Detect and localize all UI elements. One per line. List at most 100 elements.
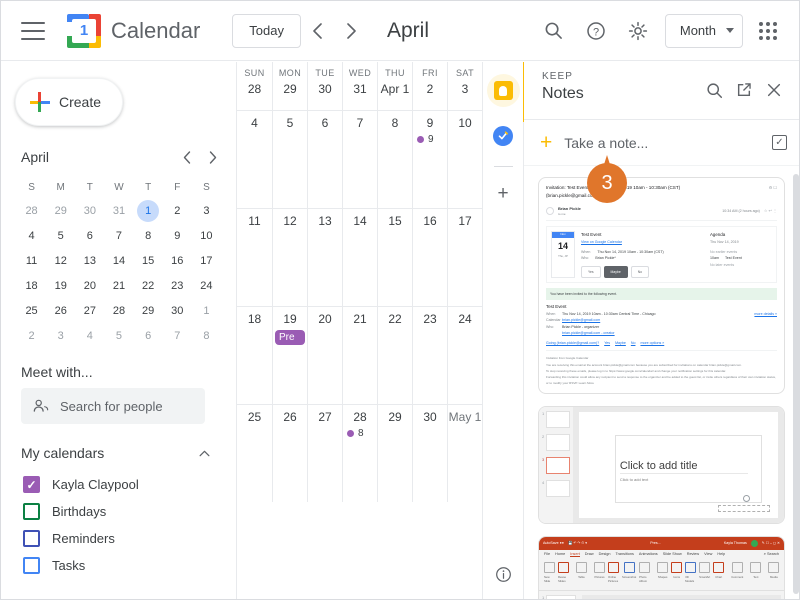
grid-cell-date[interactable]: 6 [308,116,342,130]
ppt-ribbon-groups[interactable]: New Slide Reuse Slides Table Pictures Online… [539,558,784,591]
grid-cell-21[interactable]: 21 [342,306,377,404]
view-selector[interactable]: Month [664,13,743,48]
mini-day-2[interactable]: 2 [163,198,192,223]
mini-day-15[interactable]: 15 [134,248,163,273]
grid-cell-date[interactable]: 27 [308,410,342,424]
grid-cell-26[interactable]: 26 [272,404,307,502]
mini-day-28[interactable]: 28 [104,298,133,323]
calendar-item-1[interactable]: Birthdays [23,503,236,520]
mini-day-9[interactable]: 9 [163,223,192,248]
mini-day-1[interactable]: 1 [192,298,221,323]
info-icon[interactable] [490,561,516,587]
grid-cell-28[interactable]: 28 8 [342,404,377,502]
search-people-input[interactable]: Search for people [21,388,205,424]
mini-day-2[interactable]: 2 [17,323,46,348]
chevron-up-icon[interactable] [191,440,217,466]
other-calendars-header[interactable]: Other calendars + [21,592,217,599]
calendar-checkbox[interactable] [23,530,40,547]
ppt-button-table[interactable]: Table [576,561,587,587]
going-more[interactable]: more options » [640,341,664,345]
mini-day-4[interactable]: 4 [17,223,46,248]
calendar-checkbox[interactable] [23,557,40,574]
prev-period-button[interactable] [301,14,335,48]
grid-cell-22[interactable]: 22 [377,306,412,404]
going-yes[interactable]: Yes [604,341,610,345]
mini-day-11[interactable]: 11 [17,248,46,273]
mini-day-1[interactable]: 1 [134,198,163,223]
grid-cell-17[interactable]: 17 [447,208,482,306]
grid-cell-date[interactable]: 29 [378,410,412,424]
grid-header-date[interactable]: 28 [237,82,272,96]
more-details-link[interactable]: more details » [754,311,777,317]
grid-cell-May-1[interactable]: May 1 [447,404,482,502]
mini-day-30[interactable]: 30 [75,198,104,223]
grid-cell-date[interactable]: 19 [273,312,307,326]
ppt-tab-home[interactable]: Home [555,552,565,556]
grid-cell-13[interactable]: 13 [307,208,342,306]
mini-day-5[interactable]: 5 [46,223,75,248]
ppt-tab-view[interactable]: View [704,552,712,556]
mini-day-3[interactable]: 3 [192,198,221,223]
grid-cell-date[interactable]: 7 [343,116,377,130]
mini-day-31[interactable]: 31 [104,198,133,223]
calendar-checkbox[interactable] [23,503,40,520]
going-maybe[interactable]: Maybe [615,341,626,345]
grid-cell-4[interactable]: 4 [237,110,272,208]
grid-cell-15[interactable]: 15 [377,208,412,306]
notes-list[interactable]: Invitation: Test Event @ Thu Nov 14, 201… [524,167,799,599]
grid-header-wed[interactable]: WED 31 [342,62,377,110]
rail-add-button[interactable]: + [487,177,520,210]
mini-day-29[interactable]: 29 [46,198,75,223]
grid-header-date[interactable]: Apr 1 [378,82,412,96]
apps-grid-icon[interactable] [749,12,787,50]
mini-day-19[interactable]: 19 [46,273,75,298]
grid-header-date[interactable]: 29 [273,82,307,96]
grid-header-tue[interactable]: TUE 30 [307,62,342,110]
mini-day-23[interactable]: 23 [163,273,192,298]
grid-cell-date[interactable]: 18 [237,312,272,326]
grid-cell-date[interactable]: 9 [413,116,447,130]
grid-cell-date[interactable]: 8 [378,116,412,130]
mini-day-7[interactable]: 7 [104,223,133,248]
calendar-checkbox[interactable]: ✓ [23,476,40,493]
take-a-note-input[interactable]: + Take a note... ✓ [524,120,799,166]
calendar-item-0[interactable]: ✓ Kayla Claypool [23,476,236,493]
list-item[interactable]: AutoSave ●● 💾 ↶ ↷ ⏱ ▾ Pres... Kayla Thom… [538,535,785,599]
grid-header-sun[interactable]: SUN 28 [237,62,272,110]
ppt-button-online-pictures[interactable]: Online Pictures [608,561,619,587]
grid-cell-24[interactable]: 24 [447,306,482,404]
mini-day-13[interactable]: 13 [75,248,104,273]
ppt-tab-help[interactable]: Help [717,552,725,556]
mini-day-26[interactable]: 26 [46,298,75,323]
ppt-button-photo-album[interactable]: Photo Album [639,561,651,587]
event-dot-item[interactable]: 8 [347,428,377,439]
calendar-item-2[interactable]: Reminders [23,530,236,547]
grid-cell-20[interactable]: 20 [307,306,342,404]
grid-cell-16[interactable]: 16 [412,208,447,306]
grid-cell-date[interactable]: 13 [308,214,342,228]
grid-header-date[interactable]: 30 [308,82,342,96]
grid-cell-12[interactable]: 12 [272,208,307,306]
mini-day-8[interactable]: 8 [192,323,221,348]
grid-cell-date[interactable]: 21 [343,312,377,326]
grid-cell-date[interactable]: 24 [448,312,482,326]
mini-day-29[interactable]: 29 [134,298,163,323]
list-item[interactable]: 1 2 3 4 Click to add title Click to add … [538,405,785,524]
ppt-button-comment[interactable]: Comment [731,561,743,587]
ppt-tab-file[interactable]: File [544,552,550,556]
event-dot-item[interactable]: 9 [417,134,447,145]
mini-day-30[interactable]: 30 [163,298,192,323]
grid-cell-date[interactable]: 16 [413,214,447,228]
grid-cell-date[interactable]: 14 [343,214,377,228]
mini-day-21[interactable]: 21 [104,273,133,298]
ppt-button-text[interactable]: Text [750,561,762,587]
grid-header-fri[interactable]: FRI 2 [412,62,447,110]
grid-header-date[interactable]: 31 [343,82,377,96]
ppt-button-chart[interactable]: Chart [713,561,725,587]
grid-cell-19[interactable]: 19 Pre [272,306,307,404]
ppt-search[interactable]: ⌕ Search [764,552,779,556]
grid-cell-date[interactable]: 28 [343,410,377,424]
chevron-down-icon[interactable] [191,592,217,599]
rail-tasks-button[interactable] [487,119,520,152]
mini-day-18[interactable]: 18 [17,273,46,298]
